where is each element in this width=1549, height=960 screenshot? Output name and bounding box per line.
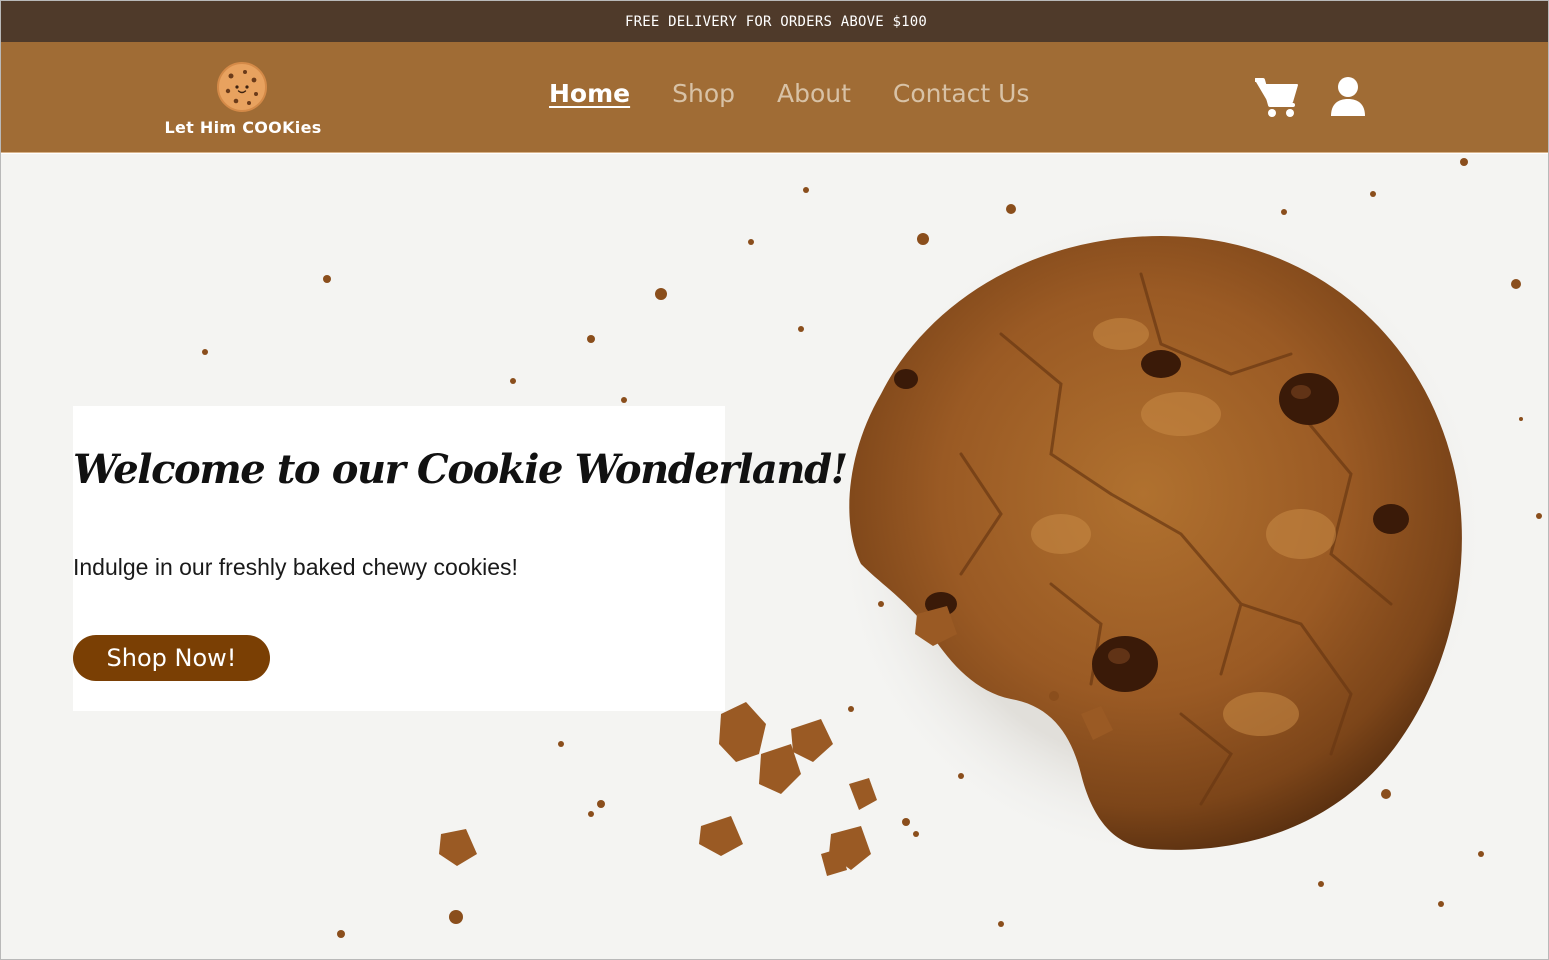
hero-section: Welcome to our Cookie Wonderland! Indulg… [1,154,1548,959]
page: FREE DELIVERY FOR ORDERS ABOVE $100 Let … [0,0,1549,960]
main-nav: Home Shop About Contact Us [549,79,1029,108]
logo-text: Let Him COOKies [164,118,322,137]
hero-subtitle: Indulge in our freshly baked chewy cooki… [73,554,518,580]
hero-title: Welcome to our Cookie Wonderland! [73,446,848,493]
nav-item-about[interactable]: About [777,79,851,108]
hero-card: Welcome to our Cookie Wonderland! Indulg… [73,406,848,711]
site-header: Let Him COOKies Home Shop About Contact … [1,42,1548,153]
cart-icon [1254,78,1298,117]
cookie-logo-icon [217,62,267,112]
logo-home-link[interactable]: Let Him COOKies [151,52,335,142]
account-button[interactable] [1329,76,1367,118]
promo-bar: FREE DELIVERY FOR ORDERS ABOVE $100 [1,1,1548,42]
shop-now-button[interactable]: Shop Now! [73,635,270,681]
nav-item-home[interactable]: Home [549,79,630,108]
user-icon [1331,77,1365,116]
cart-button[interactable] [1254,76,1299,118]
nav-item-shop[interactable]: Shop [672,79,735,108]
promo-text: FREE DELIVERY FOR ORDERS ABOVE $100 [624,13,927,30]
nav-item-contact-us[interactable]: Contact Us [893,79,1030,108]
